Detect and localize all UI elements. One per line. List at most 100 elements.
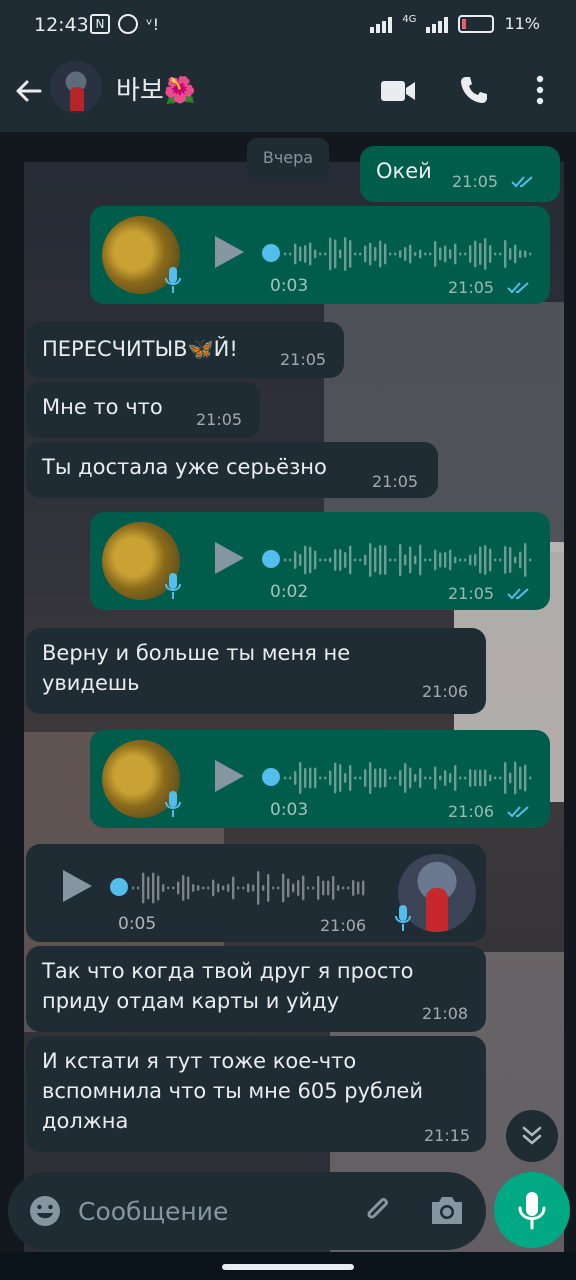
waveform-bar <box>379 545 382 575</box>
waveform-bar <box>409 767 412 789</box>
attach-icon[interactable] <box>360 1192 396 1228</box>
voice-message-outgoing[interactable]: 0:03 21:05 <box>90 206 550 304</box>
waveform-bar <box>207 886 210 890</box>
waveform-bar <box>479 243 482 265</box>
waveform-bar <box>319 252 322 256</box>
message-bubble-incoming[interactable]: Ты достала уже серьёзно 21:05 <box>26 442 438 498</box>
waveform-bar <box>449 549 452 571</box>
play-icon[interactable] <box>212 234 246 270</box>
battery-percent: 11% <box>504 14 540 33</box>
phone-icon[interactable] <box>458 74 490 106</box>
waveform-bar <box>317 876 320 900</box>
waveform-bar <box>459 558 462 562</box>
message-time: 21:06 <box>320 916 367 935</box>
message-input[interactable] <box>78 1188 358 1234</box>
contact-name[interactable]: 바보🌺 <box>116 70 196 107</box>
waveform-bar <box>454 765 457 791</box>
voice-message-incoming[interactable]: 0:05 21:06 <box>26 844 486 942</box>
waveform-bar <box>464 558 467 562</box>
waveform-bar <box>339 764 342 792</box>
network-type: 4G <box>402 14 417 25</box>
voice-duration: 0:03 <box>270 276 309 296</box>
waveform-bar <box>469 554 472 566</box>
waveform-bar <box>479 769 482 787</box>
scroll-to-bottom-button[interactable] <box>506 1110 558 1162</box>
waveform-bar <box>389 252 392 256</box>
waveform-bar <box>132 886 135 890</box>
waveform-bar <box>489 245 492 263</box>
message-bubble-incoming[interactable]: Так что когда твой друг я просто приду о… <box>26 946 486 1032</box>
waveform-bar <box>489 548 492 572</box>
back-arrow-icon[interactable] <box>14 76 44 106</box>
playback-position-dot[interactable] <box>262 244 280 262</box>
play-icon[interactable] <box>212 758 246 794</box>
play-icon[interactable] <box>60 868 94 904</box>
message-bubble-incoming[interactable]: Верну и больше ты меня не увидешь 21:06 <box>26 628 486 714</box>
waveform-bar <box>242 886 245 890</box>
waveform[interactable] <box>282 758 532 798</box>
waveform-bar <box>494 558 497 562</box>
waveform-bar <box>364 245 367 263</box>
waveform-bar <box>524 543 527 577</box>
waveform-bar <box>339 249 342 259</box>
camera-icon[interactable] <box>428 1192 466 1228</box>
waveform-bar <box>324 558 327 562</box>
waveform-bar <box>262 885 265 891</box>
wifi-call-icon: ᵛ! <box>146 14 160 34</box>
waveform-bar <box>504 240 507 268</box>
waveform-bar <box>349 545 352 575</box>
message-bubble-outgoing[interactable]: Окей 21:05 <box>360 146 560 202</box>
waveform[interactable] <box>282 234 532 274</box>
mic-icon <box>518 1192 546 1230</box>
waveform-bar <box>514 244 517 264</box>
message-bubble-incoming[interactable]: ПЕРЕСЧИТЫВ🦋Й! 21:05 <box>26 322 344 378</box>
waveform-bar <box>187 876 190 900</box>
waveform-bar <box>479 546 482 574</box>
waveform-bar <box>167 886 170 890</box>
playback-position-dot[interactable] <box>110 878 128 896</box>
voice-message-outgoing[interactable]: 0:03 21:06 <box>90 730 550 828</box>
waveform-bar <box>232 876 235 900</box>
waveform-bar <box>247 883 250 893</box>
waveform-bar <box>509 547 512 573</box>
waveform-bar <box>257 871 260 905</box>
waveform-bar <box>309 767 312 789</box>
message-bubble-incoming[interactable]: Мне то что 21:05 <box>26 382 260 438</box>
message-text: Окей <box>376 159 432 183</box>
waveform-bar <box>504 762 507 794</box>
nfc-icon: N <box>90 14 110 34</box>
home-gesture-pill[interactable] <box>222 1264 354 1270</box>
waveform-bar <box>319 776 322 780</box>
waveform-bar <box>354 558 357 562</box>
waveform-bar <box>252 884 255 892</box>
play-icon[interactable] <box>212 540 246 576</box>
playback-position-dot[interactable] <box>262 768 280 786</box>
playback-position-dot[interactable] <box>262 550 280 568</box>
message-bubble-incoming[interactable]: И кстати я тут тоже кое-что вспомнила чт… <box>26 1036 486 1152</box>
double-chevron-down-icon <box>522 1126 542 1145</box>
waveform-bar <box>514 556 517 564</box>
waveform-bar <box>504 546 507 574</box>
waveform-bar <box>282 873 285 903</box>
waveform-bar <box>494 252 497 256</box>
voice-record-button[interactable] <box>494 1172 570 1248</box>
message-time: 21:05 <box>448 584 495 603</box>
chat-area[interactable]: Вчера Окей 21:05 0:03 21:05 ПЕРЕСЧИТЫВ🦋Й… <box>0 132 576 1252</box>
contact-avatar[interactable] <box>50 61 102 113</box>
chat-header: 바보🌺 <box>0 56 576 132</box>
video-call-icon[interactable] <box>380 78 416 104</box>
waveform-bar <box>469 769 472 787</box>
waveform[interactable] <box>130 868 366 908</box>
waveform-bar <box>374 768 377 788</box>
waveform-bar <box>337 885 340 891</box>
emoji-icon[interactable] <box>28 1194 62 1228</box>
waveform-bar <box>344 773 347 783</box>
message-time: 21:05 <box>448 278 495 297</box>
waveform-bar <box>524 250 527 258</box>
waveform-bar <box>399 544 402 576</box>
waveform[interactable] <box>282 540 532 580</box>
more-icon[interactable] <box>530 72 550 108</box>
voice-message-outgoing[interactable]: 0:02 21:05 <box>90 512 550 610</box>
waveform-bar <box>294 551 297 569</box>
waveform-bar <box>329 237 332 271</box>
